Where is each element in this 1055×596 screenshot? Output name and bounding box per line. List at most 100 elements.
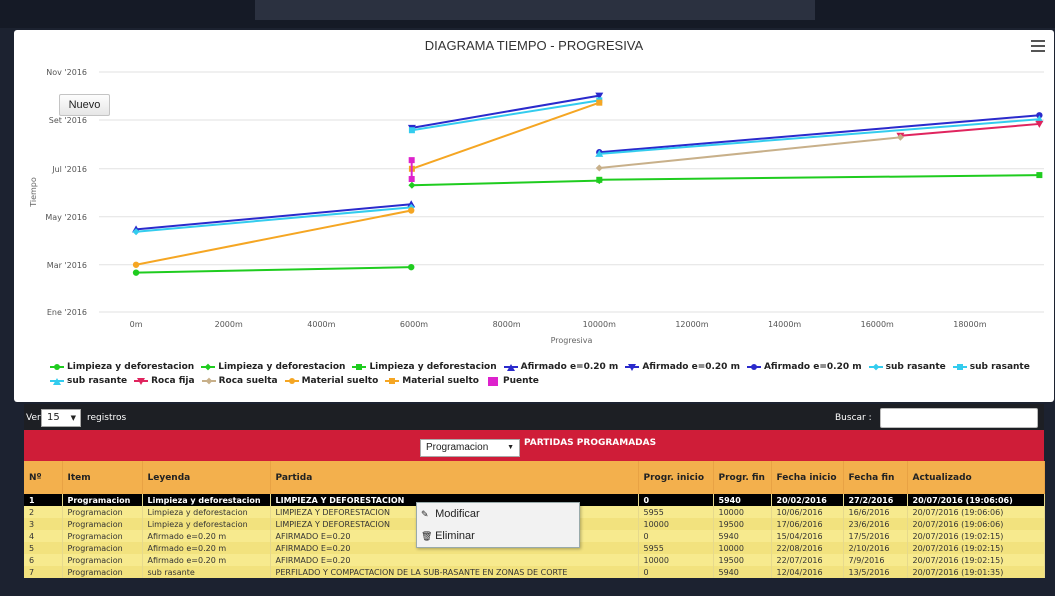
table-cell: 22/08/2016 <box>771 542 844 554</box>
legend-marker <box>503 363 518 371</box>
legend-marker <box>201 377 216 385</box>
y-axis-title: Tiempo <box>29 177 38 208</box>
table-cell: 7/9/2016 <box>843 554 908 566</box>
table-cell: sub rasante <box>142 566 271 578</box>
hamburger-menu-icon[interactable] <box>1031 40 1045 52</box>
page-length-value: 15 <box>47 412 60 423</box>
table-cell: Limpieza y deforestacion <box>142 506 271 518</box>
table-cell: 10000 <box>638 518 714 530</box>
legend-label: Limpieza y deforestacion <box>369 362 497 372</box>
data-point <box>596 176 603 183</box>
legend-item[interactable]: Puente <box>486 376 539 386</box>
table-cell: 10/06/2016 <box>771 506 844 518</box>
table-cell: 16/6/2016 <box>843 506 908 518</box>
y-tick-label: Nov '2016 <box>46 68 87 77</box>
y-tick-label: Jul '2016 <box>51 165 87 174</box>
table-cell: Programacion <box>62 566 143 578</box>
legend-item[interactable]: Afirmado e=0.20 m <box>503 362 618 372</box>
legend-item[interactable]: Limpieza y deforestacion <box>352 362 497 372</box>
column-header[interactable]: Partida <box>270 461 639 494</box>
table-cell: 19500 <box>713 554 772 566</box>
y-tick-label: May '2016 <box>45 213 87 222</box>
x-tick-label: 10000m <box>583 320 616 329</box>
legend-label: Afirmado e=0.20 m <box>642 362 740 372</box>
chart-panel: Ene '2016 Mar '2016 May '2016 Jul '2016 Set … <box>14 30 1054 402</box>
table-cell: Programacion <box>62 554 143 566</box>
table-cell: PERFILADO Y COMPACTACION DE LA SUB-RASAN… <box>270 566 639 578</box>
table-cell: 1 <box>24 494 63 506</box>
column-header[interactable]: Fecha inicio <box>771 461 844 494</box>
table-cell: 5940 <box>713 494 772 506</box>
table-cell: 2/10/2016 <box>843 542 908 554</box>
legend-marker <box>385 377 400 385</box>
table-cell: 10000 <box>638 554 714 566</box>
modificar-menu-item[interactable]: ✎ Modificar <box>417 504 579 525</box>
legend-item[interactable]: Material suelto <box>385 376 479 386</box>
legend-item[interactable]: sub rasante <box>868 362 946 372</box>
legend-label: Limpieza y deforestacion <box>67 362 195 372</box>
x-tick-label: 12000m <box>675 320 708 329</box>
column-header[interactable]: Actualizado <box>907 461 1045 494</box>
eliminar-menu-item[interactable]: 🗑 Eliminar <box>417 526 579 547</box>
x-tick-label: 0m <box>130 320 143 329</box>
legend-item[interactable]: Limpieza y deforestacion <box>201 362 345 372</box>
y-tick-label: Ene '2016 <box>47 308 87 317</box>
legend-marker <box>201 363 216 371</box>
table-cell: 20/07/2016 (19:06:06) <box>907 494 1045 506</box>
legend-label: Puente <box>502 376 539 386</box>
table-header-row: Nº Item Leyenda Partida Progr. inicio Progr. … <box>24 461 1045 494</box>
trash-icon: 🗑 <box>421 531 433 541</box>
column-header[interactable]: Item <box>62 461 143 494</box>
table-cell: Afirmado e=0.20 m <box>142 542 271 554</box>
data-point <box>408 127 415 134</box>
legend-item[interactable]: Afirmado e=0.20 m <box>746 362 862 372</box>
y-tick-label: Mar '2016 <box>47 261 87 270</box>
table-cell: 5940 <box>713 530 772 542</box>
legend-marker <box>625 363 640 371</box>
column-header[interactable]: Leyenda <box>142 461 271 494</box>
table-row[interactable]: 6 Programacion Afirmado e=0.20 m AFIRMADO E… <box>24 554 1045 566</box>
legend-marker <box>284 377 299 385</box>
table-cell: 20/07/2016 (19:02:15) <box>907 530 1045 542</box>
page-length-select[interactable]: 15 ▼ <box>41 409 81 427</box>
data-point <box>1036 172 1043 179</box>
table-cell: 23/6/2016 <box>843 518 908 530</box>
x-axis-title: Progresiva <box>551 336 593 345</box>
legend-item[interactable]: Roca fija <box>134 376 195 386</box>
legend-label: Afirmado e=0.20 m <box>763 362 862 372</box>
item-filter-select[interactable]: Programacion ▼ <box>420 439 520 457</box>
legend-item[interactable]: Afirmado e=0.20 m <box>625 362 740 372</box>
legend-marker <box>50 363 64 371</box>
search-input[interactable] <box>880 408 1038 428</box>
column-header[interactable]: Fecha fin <box>843 461 908 494</box>
legend-item[interactable]: sub rasante <box>50 376 127 386</box>
nuevo-button[interactable]: Nuevo <box>59 94 110 116</box>
column-header[interactable]: Progr. fin <box>713 461 772 494</box>
column-header[interactable]: Progr. inicio <box>638 461 714 494</box>
x-tick-label: 2000m <box>215 320 243 329</box>
series-line <box>136 266 412 274</box>
column-header[interactable]: Nº <box>24 461 63 494</box>
x-tick-label: 18000m <box>953 320 986 329</box>
table-cell: 22/07/2016 <box>771 554 844 566</box>
legend-item[interactable]: Roca suelta <box>201 376 278 386</box>
table-cell: Programacion <box>62 542 143 554</box>
table-row[interactable]: 7 Programacion sub rasante PERFILADO Y COMP… <box>24 566 1045 578</box>
legend-item[interactable]: Material suelto <box>284 376 378 386</box>
top-banner <box>0 0 1055 28</box>
legend-item[interactable]: Limpieza y deforestacion <box>50 362 194 372</box>
table-cell: 5 <box>24 542 63 554</box>
data-point <box>408 263 415 271</box>
item-filter-value: Programacion <box>426 442 489 453</box>
series-line <box>411 179 600 187</box>
table-cell: 20/07/2016 (19:02:15) <box>907 542 1045 554</box>
chart-legend: Limpieza y deforestacion Limpieza y defor… <box>50 362 1040 390</box>
legend-marker <box>952 363 967 371</box>
legend-item[interactable]: sub rasante <box>952 362 1030 372</box>
table-cell: 7 <box>24 566 63 578</box>
table-cell: 17/06/2016 <box>771 518 844 530</box>
legend-marker <box>868 363 883 371</box>
eliminar-label: Eliminar <box>435 530 475 542</box>
series-line <box>599 114 1040 154</box>
legend-label: Limpieza y deforestacion <box>218 362 346 372</box>
